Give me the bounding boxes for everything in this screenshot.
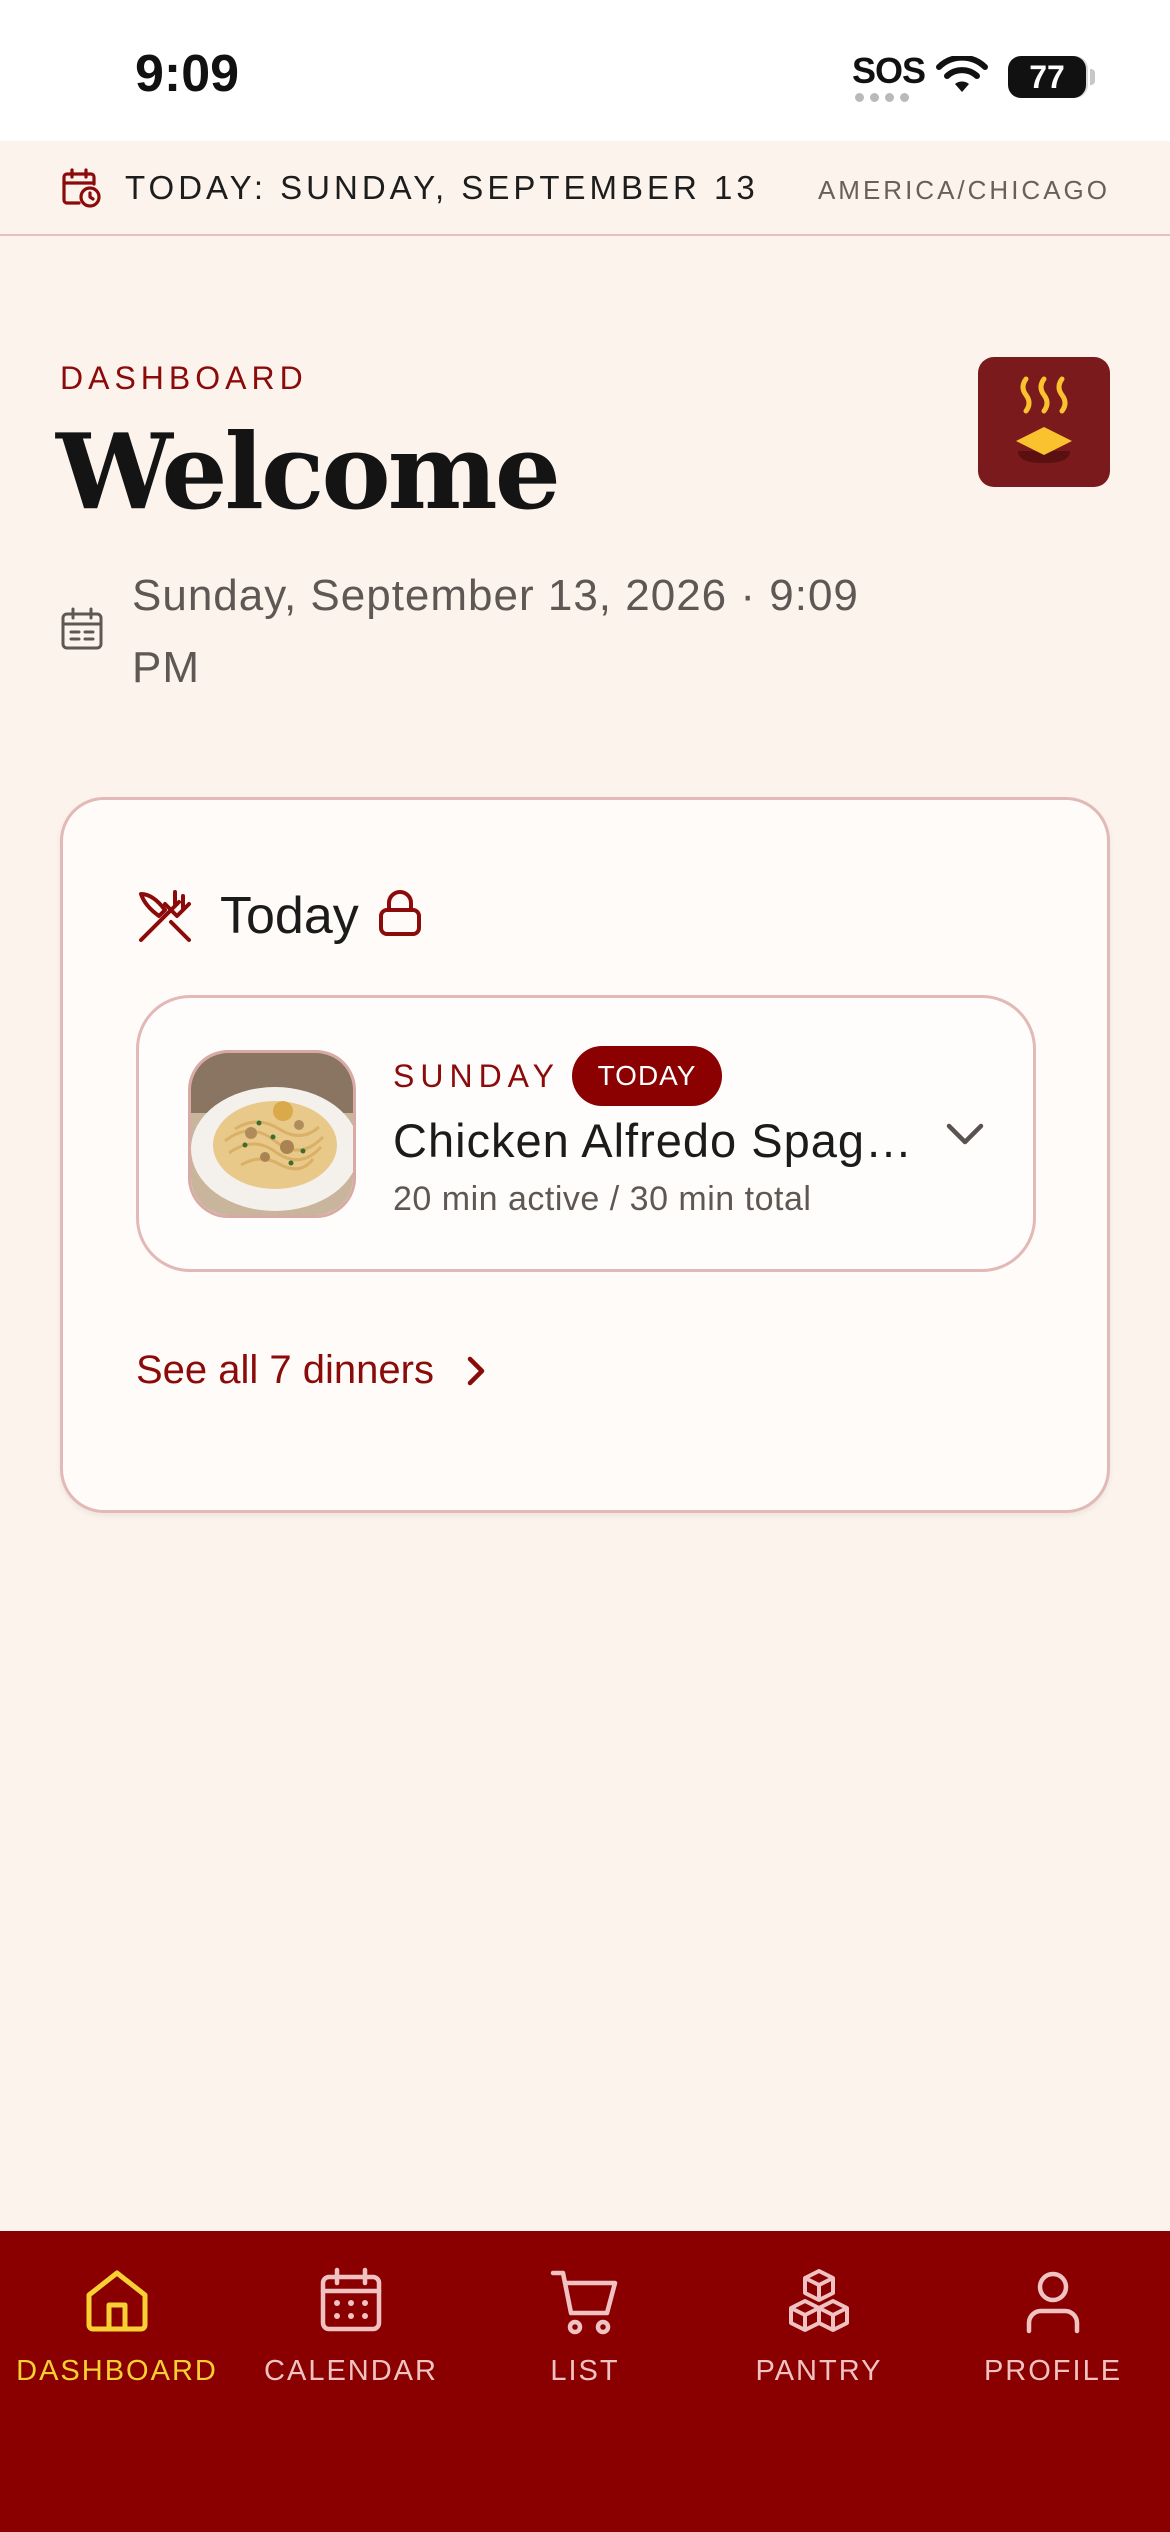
wifi-icon <box>936 56 988 92</box>
tab-label: DASHBOARD <box>16 2355 218 2387</box>
status-time: 9:09 <box>135 45 240 103</box>
chevron-down-icon[interactable] <box>939 1108 991 1160</box>
today-date-label: TODAY: SUNDAY, SEPTEMBER 13 <box>125 169 759 206</box>
meal-name: Chicken Alfredo Spaghetti <box>393 1114 913 1167</box>
see-all-dinners-link[interactable]: See all 7 dinners <box>136 1348 490 1393</box>
calendar-icon <box>320 2267 382 2332</box>
tab-label: LIST <box>550 2355 620 2387</box>
sos-indicator: SOS <box>852 50 926 91</box>
tab-bar: DASHBOARD CALENDAR LIST PANTRY PROFILE <box>0 2231 1170 2532</box>
status-bar: 9:09 SOS 77 <box>0 0 1170 141</box>
section-eyebrow: DASHBOARD <box>60 360 308 396</box>
meal-time: 20 min active / 30 min total <box>393 1180 812 1218</box>
chevron-right-icon <box>467 1356 485 1385</box>
today-badge: TODAY <box>572 1046 722 1106</box>
date-banner: TODAY: SUNDAY, SEPTEMBER 13 AMERICA/CHIC… <box>0 141 1170 236</box>
steaming-dish-logo <box>1016 376 1072 463</box>
meal-day: SUNDAY <box>393 1058 560 1094</box>
meal-thumbnail <box>188 1050 356 1218</box>
fork-knife-icon <box>139 890 191 942</box>
signal-dots-icon <box>855 93 909 102</box>
tab-pantry[interactable]: PANTRY <box>702 2265 936 2405</box>
card-title: Today <box>220 887 359 945</box>
tab-dashboard[interactable]: DASHBOARD <box>0 2265 234 2405</box>
current-datetime: Sunday, September 13, 2026 · 9:09 PM <box>132 571 859 692</box>
page-title: Welcome <box>56 410 561 533</box>
meal-row[interactable]: SUNDAY TODAY Chicken Alfredo Spaghetti 2… <box>136 995 1036 1272</box>
user-icon <box>1026 2271 1080 2334</box>
tab-label: CALENDAR <box>264 2355 438 2387</box>
home-icon <box>86 2270 148 2332</box>
tab-list[interactable]: LIST <box>468 2265 702 2405</box>
today-card: Today SUNDAY TODAY Chicken Alfredo Spagh… <box>60 797 1110 1513</box>
calendar-icon <box>61 607 103 650</box>
calendar-clock-icon <box>62 168 101 208</box>
see-all-label: See all 7 dinners <box>136 1348 434 1392</box>
app-logo <box>978 357 1110 487</box>
tab-label: PANTRY <box>755 2355 883 2387</box>
timezone-label: AMERICA/CHICAGO <box>817 175 1110 205</box>
tab-calendar[interactable]: CALENDAR <box>234 2265 468 2405</box>
tab-label: PROFILE <box>983 2355 1123 2387</box>
battery-icon: 77 <box>1008 56 1095 98</box>
cart-icon <box>550 2270 618 2335</box>
battery-level: 77 <box>1008 56 1086 98</box>
tab-profile[interactable]: PROFILE <box>936 2265 1170 2405</box>
lock-icon[interactable] <box>377 888 423 938</box>
boxes-icon <box>789 2269 849 2332</box>
